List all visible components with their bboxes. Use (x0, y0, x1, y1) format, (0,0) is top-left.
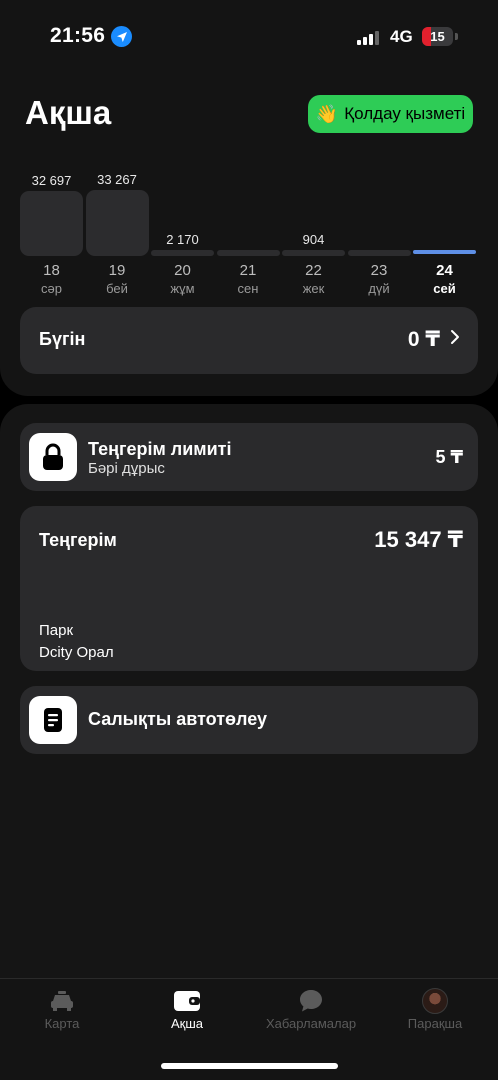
chat-bubble-icon (249, 987, 373, 1015)
lock-icon (29, 433, 77, 481)
chart-column[interactable]: 24 сей (413, 170, 476, 300)
park-label: Парк (39, 622, 74, 639)
today-label: Бүгін (39, 329, 86, 349)
chart-column[interactable]: 32 697 18 сәр (20, 170, 83, 300)
wallet-icon (125, 987, 249, 1015)
status-time: 21:56 (50, 24, 106, 47)
chart-weekday-label: бей (106, 281, 128, 296)
chart-value-label: 2 170 (166, 232, 199, 247)
tax-autopay-title: Салықты автотөлеу (88, 709, 267, 729)
chart-day-label: 24 (436, 262, 453, 279)
chart-column[interactable]: 33 267 19 бей (85, 170, 149, 300)
waving-hand-icon: 👋 (315, 103, 339, 124)
chart-weekday-label: жек (302, 281, 325, 296)
chart-bar (413, 250, 476, 254)
chart-weekday-label: дүй (368, 281, 390, 296)
tab-notifications[interactable]: Хабарламалар (249, 987, 373, 1037)
chart-value-label: 33 267 (97, 172, 137, 187)
chart-day-label: 22 (305, 262, 322, 279)
location-arrow-icon (111, 26, 132, 47)
limit-amount: 5 ₸ (435, 447, 463, 467)
balance-limit-card[interactable]: Теңгерім лимиті Бәрі дұрыс 5 ₸ (20, 423, 478, 491)
home-indicator (161, 1063, 338, 1069)
chart-weekday-label: жұм (170, 281, 195, 296)
battery-icon: 15 (422, 27, 453, 46)
chart-day-label: 21 (239, 262, 257, 279)
tab-notifications-label: Хабарламалар (265, 1016, 357, 1031)
support-button[interactable]: 👋 Қолдау қызметі (308, 95, 473, 133)
chart-day-label: 23 (370, 262, 388, 279)
chart-weekday-label: сен (237, 281, 259, 296)
tab-money[interactable]: Ақша (125, 987, 249, 1037)
chart-value-label: 32 697 (31, 173, 72, 188)
chart-weekday-label: сей (433, 281, 456, 296)
chart-day-label: 18 (43, 262, 60, 279)
chart-bar (85, 190, 149, 256)
chart-bar (216, 250, 280, 256)
document-icon (29, 696, 77, 744)
balance-card[interactable]: Теңгерім 15 347 ₸ Парк Dcity Орал (20, 506, 478, 671)
page-title: Ақша (25, 94, 112, 131)
tab-profile-label: Парақша (407, 1016, 463, 1031)
chart-column[interactable]: 904 22 жек (282, 170, 345, 300)
limit-title: Теңгерім лимиті (88, 439, 232, 459)
chart-bar (151, 250, 214, 256)
park-value: Dcity Орал (39, 644, 114, 661)
today-row[interactable]: Бүгін 0 ₸ (20, 307, 478, 374)
cellular-signal-icon (357, 30, 379, 45)
tax-autopay-card[interactable]: Салықты автотөлеу (20, 686, 478, 754)
chart-bar (282, 250, 345, 256)
balance-title: Теңгерім (39, 530, 117, 550)
network-type: 4G (390, 27, 413, 46)
status-bar: 21:56 4G 15 (0, 0, 498, 74)
battery-level: 15 (430, 29, 445, 44)
tab-map[interactable]: Карта (0, 987, 124, 1037)
chart-bar (347, 250, 411, 256)
limit-subtitle: Бәрі дұрыс (88, 460, 165, 477)
tab-map-label: Карта (44, 1016, 80, 1031)
chart-column[interactable]: 2 170 20 жұм (151, 170, 214, 300)
balance-amount: 15 347 ₸ (374, 527, 463, 552)
avatar-icon (422, 988, 448, 1014)
chevron-right-icon (450, 328, 460, 351)
chart-bar (20, 191, 83, 256)
earnings-chart: 32 697 18 сәр 33 267 19 бей 2 170 20 жұм 21 сен 904… (20, 170, 478, 300)
battery-tip (455, 33, 458, 40)
chart-weekday-label: сәр (41, 281, 62, 296)
chart-column[interactable]: 23 дүй (347, 170, 411, 300)
tab-profile[interactable]: Парақша (373, 987, 497, 1037)
support-button-label: Қолдау қызметі (344, 104, 466, 123)
chart-day-label: 19 (108, 262, 126, 279)
chart-column[interactable]: 21 сен (216, 170, 280, 300)
chart-value-label: 904 (302, 232, 325, 247)
chart-day-label: 20 (174, 262, 191, 279)
car-icon (0, 987, 124, 1015)
today-amount: 0 ₸ (407, 328, 440, 351)
tab-money-label: Ақша (170, 1016, 204, 1031)
